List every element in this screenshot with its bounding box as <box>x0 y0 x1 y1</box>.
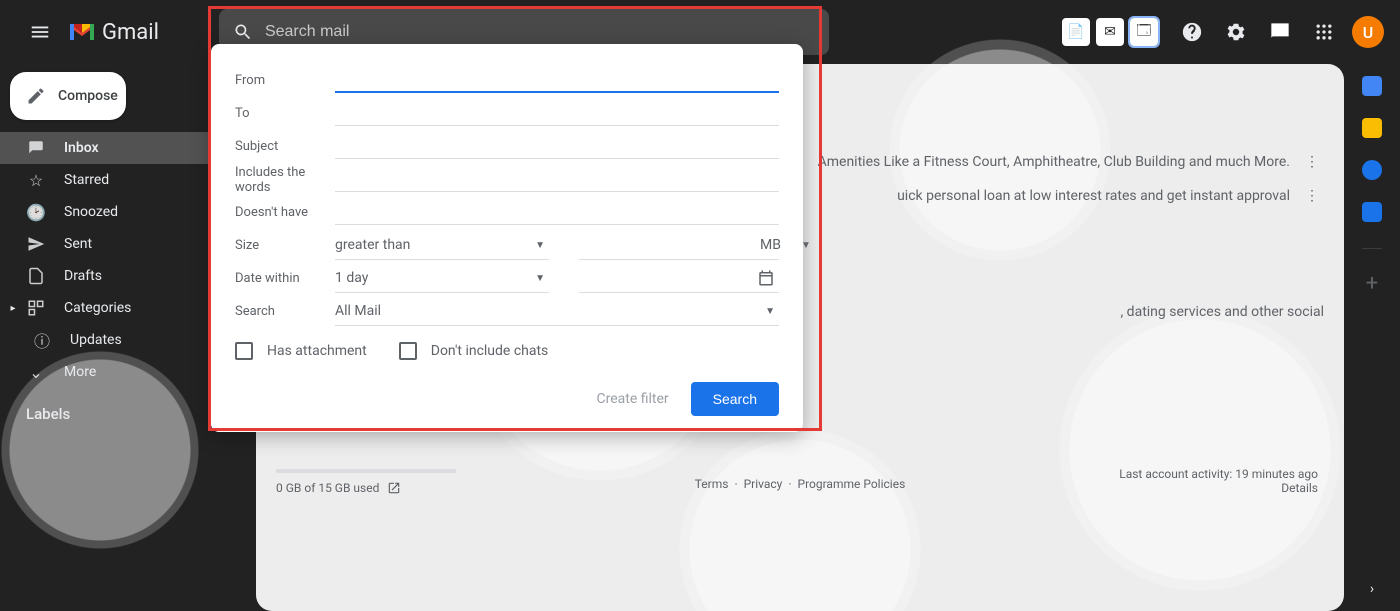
settings-button[interactable] <box>1216 12 1256 52</box>
to-label: To <box>235 106 335 121</box>
chevron-down-icon: ▼ <box>535 273 545 284</box>
activity-line: Last account activity: 19 minutes ago <box>1119 467 1318 481</box>
sidebar-item-label: More <box>64 364 96 380</box>
no-chats-checkbox[interactable]: Don't include chats <box>399 342 549 360</box>
date-within-label: Date within <box>235 271 335 286</box>
sidebar-item-label: Categories <box>64 300 131 316</box>
size-value-input[interactable] <box>583 238 760 253</box>
chevron-down-icon: ▼ <box>535 240 545 251</box>
notifications-button[interactable] <box>1260 12 1300 52</box>
size-operator-select[interactable]: greater than ▼ <box>335 232 549 260</box>
to-input[interactable] <box>335 102 779 126</box>
search-in-label: Search <box>235 304 335 319</box>
chevron-down-icon: ⌄ <box>26 363 46 382</box>
mail-snippet: uick personal loan at low interest rates… <box>897 188 1290 204</box>
date-range-value: 1 day <box>335 270 368 286</box>
chevron-down-icon: ▼ <box>765 306 775 317</box>
search-button[interactable]: Search <box>691 382 779 416</box>
doesnt-have-label: Doesn't have <box>235 205 335 220</box>
search-icon <box>233 22 253 42</box>
has-attachment-checkbox[interactable]: Has attachment <box>235 342 367 360</box>
compose-button[interactable]: Compose <box>10 72 126 120</box>
inbox-icon <box>26 139 46 157</box>
mail-row[interactable]: uick personal loan at low interest rates… <box>897 180 1324 212</box>
ext-icon-3[interactable]: 🗔 <box>1130 18 1158 46</box>
compose-label: Compose <box>58 88 118 104</box>
date-input[interactable] <box>580 271 757 286</box>
terms-link[interactable]: Terms <box>695 477 729 491</box>
account-activity: Last account activity: 19 minutes ago De… <box>1119 467 1318 495</box>
send-icon <box>26 235 46 253</box>
pencil-icon <box>26 86 46 106</box>
main-menu-button[interactable] <box>16 8 64 56</box>
extension-icons: 📄 ✉ 🗔 <box>1062 18 1158 46</box>
categories-icon <box>26 299 46 317</box>
policies-link[interactable]: Programme Policies <box>798 477 906 491</box>
no-chats-label: Don't include chats <box>431 343 549 359</box>
has-attachment-label: Has attachment <box>267 343 367 359</box>
size-unit-label: MB <box>760 237 781 253</box>
google-apps-button[interactable] <box>1304 12 1344 52</box>
gmail-wordmark: Gmail <box>102 20 159 45</box>
star-icon: ☆ <box>26 171 46 190</box>
date-picker-field[interactable] <box>579 265 779 293</box>
contacts-addon-icon[interactable] <box>1362 202 1382 222</box>
storage-bar <box>276 469 456 473</box>
doesnt-have-input[interactable] <box>335 201 779 225</box>
mail-row[interactable]: , dating services and other social <box>1120 296 1324 328</box>
info-icon: ⓘ <box>32 328 52 352</box>
privacy-link[interactable]: Privacy <box>744 477 783 491</box>
checkbox-icon <box>235 342 253 360</box>
sidebar-item-label: Drafts <box>64 268 102 284</box>
includes-label: Includes the words <box>235 165 335 195</box>
chevron-right-icon[interactable]: ▸ <box>6 303 20 314</box>
keep-addon-icon[interactable] <box>1362 118 1382 138</box>
subject-input[interactable] <box>335 135 779 159</box>
gmail-m-icon <box>68 21 96 43</box>
size-value-field[interactable]: MB ▼ <box>579 232 779 260</box>
includes-input[interactable] <box>335 168 779 192</box>
search-in-value: All Mail <box>335 303 381 319</box>
mail-row[interactable]: Amenities Like a Fitness Court, Amphithe… <box>818 146 1324 178</box>
side-panel: + › <box>1344 64 1400 611</box>
checkbox-icon <box>399 342 417 360</box>
more-icon[interactable]: ⋮ <box>1300 184 1324 208</box>
activity-details-link[interactable]: Details <box>1119 481 1318 495</box>
get-addons-button[interactable]: + <box>1366 271 1378 296</box>
sidebar-item-label: Inbox <box>64 140 99 156</box>
sidebar-item-label: Sent <box>64 236 92 252</box>
advanced-search-panel: From To Subject Includes the words Doesn… <box>211 44 803 432</box>
sidebar-item-label: Updates <box>70 332 122 348</box>
sidebar-item-label: Snoozed <box>64 204 118 220</box>
sidebar-item-label: Starred <box>64 172 109 188</box>
gmail-logo[interactable]: Gmail <box>68 20 159 45</box>
from-label: From <box>235 73 335 88</box>
account-avatar[interactable]: U <box>1352 16 1384 48</box>
create-filter-button[interactable]: Create filter <box>584 383 680 415</box>
tasks-addon-icon[interactable] <box>1362 160 1382 180</box>
mail-snippet: , dating services and other social <box>1120 304 1324 320</box>
calendar-addon-icon[interactable] <box>1362 76 1382 96</box>
labels-title: Labels <box>26 405 70 423</box>
file-icon <box>26 267 46 285</box>
mail-snippet: Amenities Like a Fitness Court, Amphithe… <box>818 154 1290 170</box>
size-operator-value: greater than <box>335 237 410 253</box>
ext-icon-2[interactable]: ✉ <box>1096 18 1124 46</box>
search-input[interactable] <box>265 23 815 41</box>
divider <box>1362 248 1382 249</box>
size-label: Size <box>235 238 335 253</box>
calendar-icon[interactable] <box>757 269 775 287</box>
chevron-down-icon[interactable]: ▼ <box>801 240 811 251</box>
search-in-select[interactable]: All Mail ▼ <box>335 298 779 326</box>
collapse-sidepanel-button[interactable]: › <box>1370 581 1374 597</box>
support-button[interactable] <box>1172 12 1212 52</box>
from-input[interactable] <box>335 69 779 93</box>
clock-icon: 🕑 <box>26 203 46 222</box>
date-range-select[interactable]: 1 day ▼ <box>335 265 549 293</box>
subject-label: Subject <box>235 139 335 154</box>
ext-icon-1[interactable]: 📄 <box>1062 18 1090 46</box>
more-icon[interactable]: ⋮ <box>1300 150 1324 174</box>
